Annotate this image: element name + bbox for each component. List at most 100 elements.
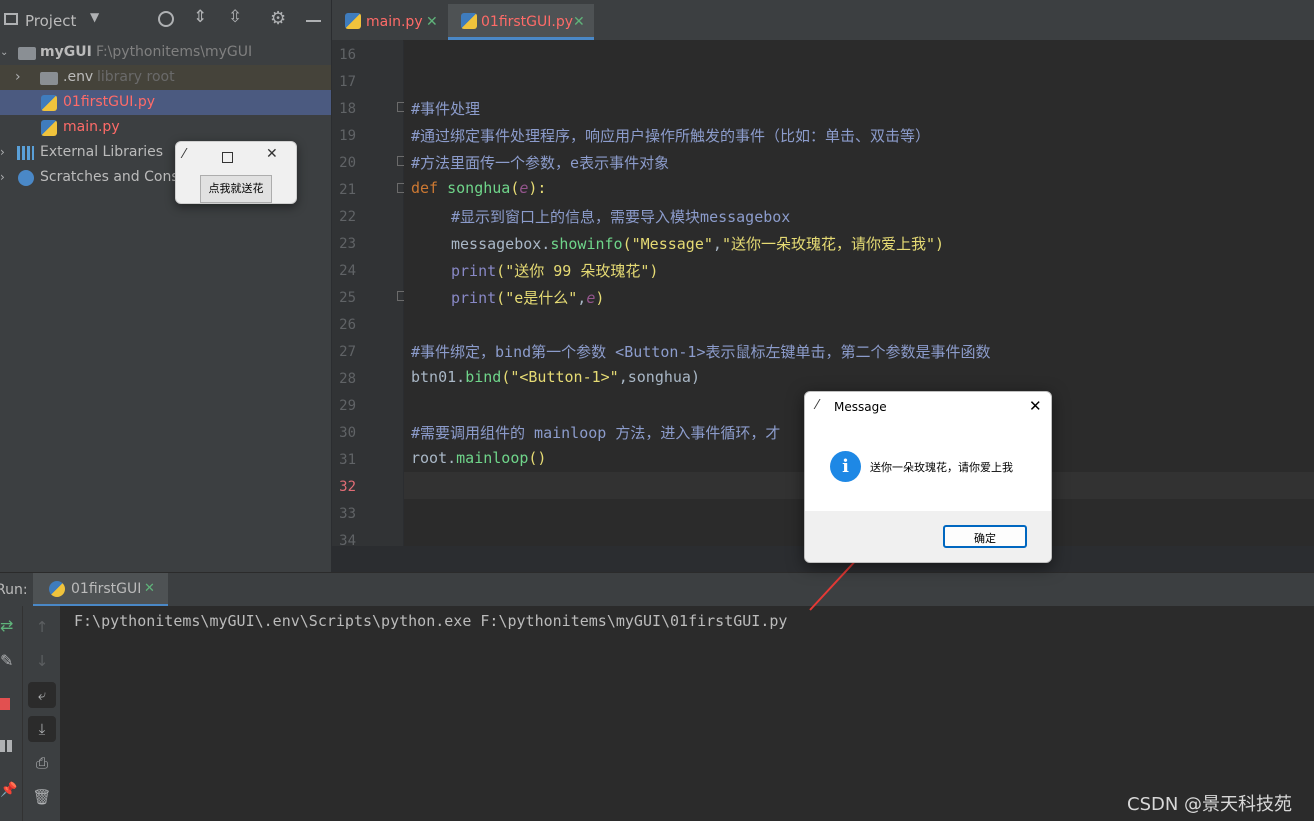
code-punct: , — [577, 289, 587, 307]
send-flower-button[interactable]: 点我就送花 — [200, 175, 272, 203]
line-number: 18 — [339, 101, 356, 117]
tree-item-env[interactable]: › .env library root — [0, 65, 331, 90]
tab-label: main.py — [366, 14, 423, 30]
run-label: Run: — [0, 582, 28, 598]
feather-icon: ⁄ — [816, 398, 819, 413]
tk-app-window: ⁄ ✕ 点我就送花 — [175, 141, 297, 204]
code-punct: () — [528, 449, 547, 467]
soft-wrap-icon[interactable]: ⤶ — [28, 682, 56, 708]
message-dialog: ⁄ Message ✕ i 送你一朵玫瑰花，请你爱上我 确定 — [804, 391, 1052, 563]
feather-icon: ⁄ — [183, 147, 186, 162]
code-punct: , — [712, 235, 722, 253]
hide-panel-icon[interactable] — [306, 20, 321, 22]
code-text: root. — [411, 449, 457, 467]
tab-01firstgui-py[interactable]: 01firstGUI.py ✕ — [448, 4, 594, 40]
tree-item-01firstgui[interactable]: 01firstGUI.py — [0, 90, 331, 115]
wrench-icon[interactable]: ✎ — [0, 651, 13, 670]
code-punct: ( — [501, 368, 511, 386]
line-number: 21 — [339, 182, 356, 198]
run-tab-label: 01firstGUI — [71, 581, 142, 597]
close-icon[interactable]: ✕ — [1029, 397, 1042, 415]
tree-item-label: Scratches and Conso — [40, 169, 188, 185]
code-punct: ( — [496, 289, 506, 307]
chevron-right-icon: › — [15, 69, 21, 85]
code-text: btn01. — [411, 368, 466, 386]
print-icon[interactable]: ⎙ — [28, 750, 56, 776]
ok-button[interactable]: 确定 — [943, 525, 1027, 548]
line-number: 26 — [339, 317, 356, 333]
expand-all-icon[interactable]: ⇕ — [193, 7, 207, 27]
line-number: 29 — [339, 398, 356, 414]
code-method: mainloop — [456, 449, 529, 467]
scroll-to-end-icon[interactable]: ⤓ — [28, 716, 56, 742]
editor-tab-bar: main.py ✕ 01firstGUI.py ✕ — [332, 0, 1314, 41]
code-string: "e是什么" — [505, 289, 578, 307]
project-view-icon[interactable] — [4, 13, 18, 25]
watermark: CSDN @景天科技苑 — [1127, 794, 1293, 815]
folder-icon — [40, 72, 58, 85]
maximize-icon[interactable] — [222, 152, 233, 163]
code-line-19: #通过绑定事件处理程序，响应用户操作所触发的事件（比如：单击、双击等） — [411, 127, 931, 145]
library-icon — [17, 146, 34, 160]
close-icon[interactable]: ✕ — [144, 581, 155, 596]
code-param: e — [586, 289, 596, 307]
project-tree: ⌄ myGUI F:\pythonitems\myGUI › .env libr… — [0, 40, 331, 572]
code-string: "送你一朵玫瑰花，请你爱上我" — [721, 235, 936, 253]
code-line-22: #显示到窗口上的信息，需要导入模块messagebox — [451, 208, 791, 226]
line-number: 30 — [339, 425, 356, 441]
close-icon[interactable]: ✕ — [426, 4, 438, 40]
close-icon[interactable]: ✕ — [573, 4, 585, 40]
line-number: 27 — [339, 344, 356, 360]
pin-icon[interactable]: 📌 — [0, 782, 17, 798]
code-line-30: #需要调用组件的 mainloop 方法，进入事件循环，才 — [411, 424, 781, 442]
code-line-24: print("送你 99 朵玫瑰花") — [451, 260, 658, 281]
code-keyword: def — [411, 179, 448, 197]
locate-icon[interactable] — [158, 11, 174, 27]
python-file-icon — [345, 13, 361, 29]
project-title[interactable]: Project — [25, 12, 76, 30]
close-icon[interactable]: ✕ — [266, 146, 278, 162]
code-string: "Message" — [631, 235, 713, 253]
line-number: 33 — [339, 506, 356, 522]
arrow-down-icon[interactable]: ↓ — [28, 648, 56, 674]
tab-main-py[interactable]: main.py ✕ — [332, 4, 448, 40]
run-console-output[interactable]: F:\pythonitems\myGUI\.env\Scripts\python… — [60, 606, 1314, 821]
line-number: 25 — [339, 290, 356, 306]
run-tool-window-bar: Run: 01firstGUI ✕ — [0, 572, 1314, 607]
code-builtin: print — [451, 289, 497, 307]
tree-item-label: 01firstGUI.py — [63, 94, 156, 110]
dialog-message: 送你一朵玫瑰花，请你爱上我 — [870, 461, 1013, 474]
tree-item-label: .env — [63, 69, 94, 85]
folder-icon — [18, 47, 36, 60]
code-punct: ) — [935, 235, 945, 253]
tab-label: 01firstGUI.py — [481, 14, 574, 30]
code-line-21: def songhua(e): — [411, 179, 546, 197]
code-builtin: print — [451, 262, 497, 280]
code-punct: ): — [528, 179, 547, 197]
chevron-right-icon: › — [0, 145, 5, 159]
chevron-down-icon[interactable]: ▼ — [90, 10, 99, 24]
stop-icon[interactable] — [0, 698, 10, 710]
code-method: bind — [465, 368, 502, 386]
collapse-all-icon[interactable]: ⇳ — [228, 7, 242, 27]
line-number: 17 — [339, 74, 356, 90]
trash-icon[interactable]: 🗑 — [28, 784, 56, 810]
code-line-25: print("e是什么",e) — [451, 287, 604, 308]
tree-item-main[interactable]: main.py — [0, 115, 331, 140]
run-tab-01firstgui[interactable]: 01firstGUI ✕ — [33, 573, 168, 607]
line-number: 22 — [339, 209, 356, 225]
rerun-icon[interactable]: ⇄ — [0, 616, 13, 635]
tree-item-mygui[interactable]: ⌄ myGUI F:\pythonitems\myGUI — [0, 40, 331, 65]
dialog-title: Message — [834, 400, 887, 414]
python-file-icon — [461, 13, 477, 29]
code-line-28: btn01.bind("<Button-1>",songhua) — [411, 368, 700, 386]
code-line-18: #事件处理 — [411, 100, 481, 118]
code-punct: ) — [649, 262, 659, 280]
line-number: 20 — [339, 155, 356, 171]
line-number: 23 — [339, 236, 356, 252]
arrow-up-icon[interactable]: ↑ — [28, 614, 56, 640]
python-icon — [49, 581, 65, 597]
layout-icon[interactable] — [0, 740, 12, 752]
gear-icon[interactable]: ⚙ — [270, 8, 286, 29]
code-line-27: #事件绑定，bind第一个参数 <Button-1>表示鼠标左键单击，第二个参数… — [411, 343, 991, 361]
